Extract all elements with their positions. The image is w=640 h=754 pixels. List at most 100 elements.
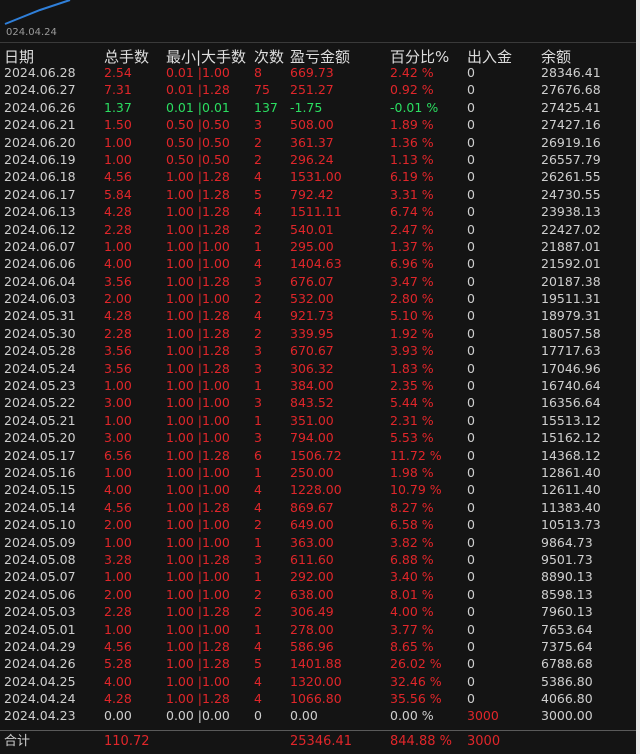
cell-pct: 3.93 % — [390, 343, 434, 359]
cell-pnl: 306.32 — [290, 360, 334, 376]
equity-curve — [4, 0, 71, 25]
cell-pct: -0.01 % — [390, 99, 439, 115]
cell-pct: 26.02 % — [390, 656, 442, 672]
table-row: 2024.05.28 3.56 1.00 |1.28 3 670.67 3.93 % 0 17… — [0, 342, 636, 359]
total-pct: 844.88 % — [390, 734, 452, 749]
cell-pnl: 532.00 — [290, 291, 334, 307]
table-row: 2024.05.07 1.00 1.00 |1.00 1 292.00 3.40 % 0 88… — [0, 568, 636, 585]
cell-date: 2024.05.31 — [4, 308, 76, 324]
cell-minmax: 0.50 |0.50 — [166, 134, 230, 150]
cell-balance: 21887.01 — [541, 238, 601, 254]
cell-flow: 0 — [467, 117, 475, 133]
cell-pct: 5.44 % — [390, 395, 434, 411]
cell-date: 2024.05.15 — [4, 482, 76, 498]
cell-flow: 0 — [467, 291, 475, 307]
cell-balance: 8598.13 — [541, 586, 593, 602]
table-row: 2024.05.06 2.00 1.00 |1.00 2 638.00 8.01 % 0 85… — [0, 586, 636, 603]
cell-pnl: 339.95 — [290, 325, 334, 341]
table-row: 2024.05.10 2.00 1.00 |1.00 2 649.00 6.58 % 0 10… — [0, 516, 636, 533]
cell-date: 2024.05.30 — [4, 325, 76, 341]
cell-minmax: 1.00 |1.28 — [166, 447, 230, 463]
cell-lots: 3.00 — [104, 395, 132, 411]
table-row: 2024.05.21 1.00 1.00 |1.00 1 351.00 2.31 % 0 15… — [0, 412, 636, 429]
cell-minmax: 1.00 |1.00 — [166, 238, 230, 254]
cell-date: 2024.05.08 — [4, 551, 76, 567]
cell-date: 2024.06.26 — [4, 99, 76, 115]
cell-pct: 2.31 % — [390, 412, 434, 428]
cell-lots: 2.00 — [104, 291, 132, 307]
cell-count: 4 — [254, 256, 262, 272]
cell-pct: 6.88 % — [390, 551, 434, 567]
cell-pnl: 1531.00 — [290, 169, 342, 185]
cell-date: 2024.05.21 — [4, 412, 76, 428]
cell-count: 2 — [254, 151, 262, 167]
cell-date: 2024.05.20 — [4, 430, 76, 446]
table-row: 2024.06.26 1.37 0.01 |0.01 137 -1.75 -0.01 % 0… — [0, 99, 636, 116]
cell-balance: 4066.80 — [541, 691, 593, 707]
cell-flow: 0 — [467, 395, 475, 411]
cell-balance: 19511.31 — [541, 291, 601, 307]
cell-balance: 15162.12 — [541, 430, 601, 446]
cell-minmax: 1.00 |1.00 — [166, 291, 230, 307]
cell-count: 4 — [254, 673, 262, 689]
table-row: 2024.05.17 6.56 1.00 |1.28 6 1506.72 11.72 % 0… — [0, 447, 636, 464]
cell-balance: 6788.68 — [541, 656, 593, 672]
cell-date: 2024.06.07 — [4, 238, 76, 254]
cell-pnl: 296.24 — [290, 151, 334, 167]
cell-pnl: 792.42 — [290, 186, 334, 202]
cell-pnl: 384.00 — [290, 378, 334, 394]
cell-flow: 0 — [467, 412, 475, 428]
equity-curve-line — [4, 0, 71, 25]
cell-lots: 0.00 — [104, 708, 132, 724]
cell-flow: 3000 — [467, 708, 499, 724]
cell-count: 4 — [254, 482, 262, 498]
cell-minmax: 1.00 |1.28 — [166, 221, 230, 237]
table-row: 2024.06.13 4.28 1.00 |1.28 4 1511.11 6.74 % 0 2… — [0, 203, 636, 220]
cell-flow: 0 — [467, 151, 475, 167]
cell-pct: 2.47 % — [390, 221, 434, 237]
cell-pct: 3.31 % — [390, 186, 434, 202]
table-row: 2024.06.21 1.50 0.50 |0.50 3 508.00 1.89 % 0 27… — [0, 116, 636, 133]
cell-minmax: 1.00 |1.28 — [166, 604, 230, 620]
cell-balance: 27427.16 — [541, 117, 601, 133]
cell-flow: 0 — [467, 604, 475, 620]
cell-count: 4 — [254, 638, 262, 654]
cell-date: 2024.06.20 — [4, 134, 76, 150]
cell-pnl: 306.49 — [290, 604, 334, 620]
cell-count: 1 — [254, 378, 262, 394]
cell-balance: 5386.80 — [541, 673, 593, 689]
cell-flow: 0 — [467, 499, 475, 515]
cell-pnl: 361.37 — [290, 134, 334, 150]
table-row: 2024.04.23 0.00 0.00 |0.00 0 0.00 0.00 % 3000 3… — [0, 707, 636, 724]
cell-date: 2024.05.24 — [4, 360, 76, 376]
cell-date: 2024.05.17 — [4, 447, 76, 463]
cell-pct: 8.27 % — [390, 499, 434, 515]
cell-pct: 0.00 % — [390, 708, 434, 724]
cell-minmax: 1.00 |1.28 — [166, 343, 230, 359]
cell-pnl: 611.60 — [290, 551, 334, 567]
cell-minmax: 1.00 |1.00 — [166, 412, 230, 428]
cell-count: 1 — [254, 238, 262, 254]
cell-flow: 0 — [467, 221, 475, 237]
table-header: 日期 总手数 最小|大手数 次数 盈亏金额 百分比% 出入金 余额 — [0, 44, 636, 66]
table-row: 2024.06.12 2.28 1.00 |1.28 2 540.01 2.47 % 0 22… — [0, 221, 636, 238]
cell-pnl: 0.00 — [290, 708, 318, 724]
cell-flow: 0 — [467, 134, 475, 150]
cell-date: 2024.05.07 — [4, 569, 76, 585]
table-row: 2024.06.04 3.56 1.00 |1.28 3 676.07 3.47 % 0 20… — [0, 273, 636, 290]
cell-flow: 0 — [467, 430, 475, 446]
cell-pct: 6.58 % — [390, 517, 434, 533]
cell-pnl: 363.00 — [290, 534, 334, 550]
cell-pct: 5.53 % — [390, 430, 434, 446]
cell-balance: 8890.13 — [541, 569, 593, 585]
cell-date: 2024.05.14 — [4, 499, 76, 515]
cell-lots: 1.00 — [104, 464, 132, 480]
cell-lots: 3.00 — [104, 430, 132, 446]
cell-date: 2024.06.28 — [4, 65, 76, 80]
cell-count: 4 — [254, 308, 262, 324]
cell-minmax: 1.00 |1.00 — [166, 378, 230, 394]
cell-pct: 3.40 % — [390, 569, 434, 585]
cell-balance: 3000.00 — [541, 708, 593, 724]
table-row: 2024.05.14 4.56 1.00 |1.28 4 869.67 8.27 % 0 11… — [0, 499, 636, 516]
total-pnl: 25346.41 — [290, 734, 353, 749]
